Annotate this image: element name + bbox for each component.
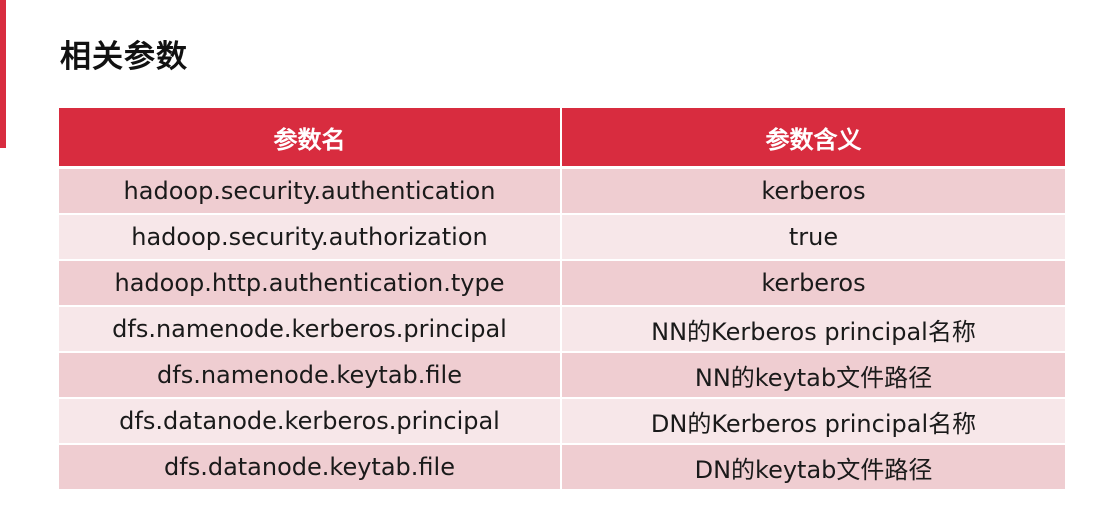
table-row: hadoop.http.authentication.type kerberos <box>59 260 1065 307</box>
param-meaning-cell: DN的keytab文件路径 <box>561 444 1065 491</box>
header-param-name: 参数名 <box>59 108 562 169</box>
page-title: 相关参数 <box>60 39 188 75</box>
param-meaning-cell: NN的keytab文件路径 <box>561 352 1065 399</box>
param-meaning-cell: true <box>561 214 1065 261</box>
param-name-cell: dfs.namenode.kerberos.principal <box>59 306 562 353</box>
table-row: dfs.datanode.keytab.file DN的keytab文件路径 <box>59 444 1065 491</box>
param-name-cell: hadoop.security.authentication <box>59 167 562 215</box>
param-meaning-cell: NN的Kerberos principal名称 <box>561 306 1065 353</box>
table-row: hadoop.security.authentication kerberos <box>59 167 1065 215</box>
table-header-row: 参数名 参数含义 <box>59 108 1065 169</box>
left-accent-bar <box>0 0 6 148</box>
table-row: hadoop.security.authorization true <box>59 214 1065 261</box>
table-row: dfs.namenode.kerberos.principal NN的Kerbe… <box>59 306 1065 353</box>
param-name-cell: dfs.datanode.keytab.file <box>59 444 562 491</box>
param-name-cell: dfs.namenode.keytab.file <box>59 352 562 399</box>
parameters-table: 参数名 参数含义 hadoop.security.authentication … <box>59 108 1065 491</box>
param-meaning-cell: kerberos <box>561 260 1065 307</box>
param-meaning-cell: DN的Kerberos principal名称 <box>561 398 1065 445</box>
param-name-cell: hadoop.security.authorization <box>59 214 562 261</box>
param-meaning-cell: kerberos <box>561 167 1065 215</box>
table-row: dfs.namenode.keytab.file NN的keytab文件路径 <box>59 352 1065 399</box>
param-name-cell: hadoop.http.authentication.type <box>59 260 562 307</box>
param-name-cell: dfs.datanode.kerberos.principal <box>59 398 562 445</box>
header-param-meaning: 参数含义 <box>561 108 1065 169</box>
table-row: dfs.datanode.kerberos.principal DN的Kerbe… <box>59 398 1065 445</box>
